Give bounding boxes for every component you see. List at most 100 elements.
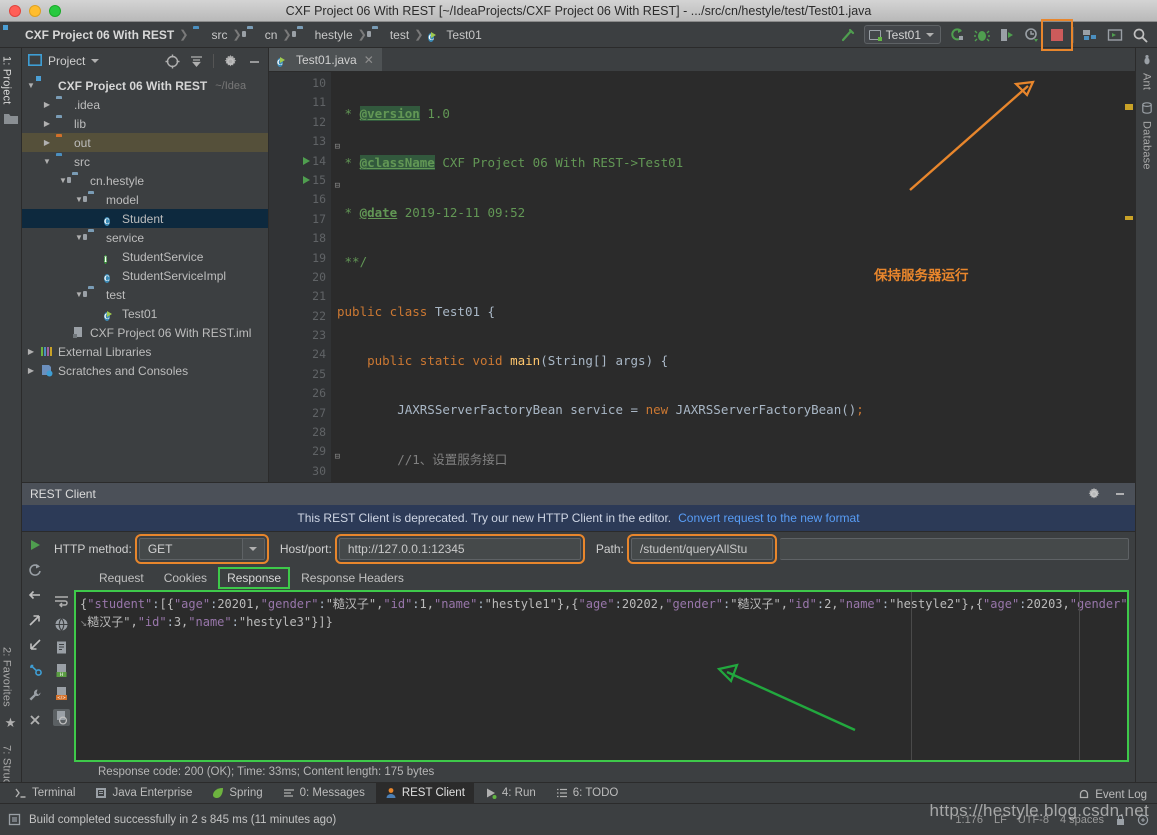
tree-node[interactable]: ▼ CXF Project 06 With REST ~/Idea <box>22 76 268 95</box>
host-port-input[interactable]: http://127.0.0.1:12345 <box>334 534 585 564</box>
line-number[interactable]: 20 <box>269 268 331 287</box>
locate-icon[interactable] <box>165 54 180 69</box>
close-window-button[interactable] <box>9 4 21 17</box>
chevron-down-icon[interactable] <box>91 59 100 63</box>
chevron-right-icon[interactable]: ▶ <box>42 119 52 128</box>
tool-window-spring[interactable]: Spring <box>203 783 271 804</box>
line-number[interactable]: 23 <box>269 326 331 345</box>
line-number[interactable]: 22 <box>269 307 331 326</box>
line-number[interactable]: 14 <box>269 152 331 171</box>
tree-node[interactable]: ▶ .idea <box>22 95 268 114</box>
authentication-key-icon[interactable] <box>28 663 42 677</box>
tree-node[interactable]: ▼ test <box>22 285 268 304</box>
breadcrumb-item-cn[interactable]: cn <box>246 28 279 42</box>
event-log-button[interactable]: Event Log <box>1078 789 1147 801</box>
tree-node[interactable]: ▼ service <box>22 228 268 247</box>
line-number[interactable]: 27 <box>269 404 331 423</box>
export-icon[interactable] <box>28 613 42 627</box>
settings-wrench-icon[interactable] <box>28 688 42 702</box>
line-number[interactable]: 13 ⊟ <box>269 132 340 152</box>
sidebar-tab-database[interactable]: Database <box>1141 117 1153 174</box>
project-structure-icon[interactable] <box>1081 26 1099 44</box>
window-controls[interactable] <box>0 4 61 17</box>
tree-node[interactable]: CXF Project 06 With REST.iml <box>22 323 268 342</box>
line-number[interactable]: 24 <box>269 345 331 364</box>
line-number[interactable]: 26 <box>269 384 331 403</box>
chevron-right-icon[interactable]: ▶ <box>26 366 36 375</box>
refresh-icon[interactable] <box>28 563 42 577</box>
import-icon[interactable] <box>28 638 42 652</box>
line-number[interactable]: 15 ⊟ <box>269 171 340 191</box>
tool-window-rest-client[interactable]: REST Client <box>375 782 474 804</box>
line-number[interactable]: 17 <box>269 210 331 229</box>
tab-response-headers[interactable]: Response Headers <box>294 569 411 587</box>
line-number[interactable]: 19 <box>269 249 331 268</box>
chevron-right-icon[interactable]: ▶ <box>26 347 36 356</box>
line-number[interactable]: 10 <box>269 74 331 93</box>
stop-button[interactable] <box>1041 18 1073 51</box>
chevron-right-icon[interactable]: ▶ <box>42 100 52 109</box>
tree-node[interactable]: C StudentServiceImpl <box>22 266 268 285</box>
tab-cookies[interactable]: Cookies <box>157 569 214 587</box>
run-gutter-icon[interactable] <box>303 175 310 184</box>
sidebar-tab-ant[interactable]: Ant <box>1141 69 1153 94</box>
minimize-icon[interactable] <box>247 54 262 69</box>
warning-marker[interactable] <box>1125 216 1133 220</box>
tree-node[interactable]: ▶ out <box>22 133 268 152</box>
rerun-icon[interactable] <box>948 26 966 44</box>
run-configuration-selector[interactable]: Test01 <box>863 25 941 44</box>
query-params-input[interactable] <box>779 538 1129 560</box>
close-icon[interactable] <box>28 713 42 727</box>
run-request-icon[interactable] <box>28 538 42 552</box>
soft-wrap-icon[interactable] <box>54 594 69 609</box>
terminal-toolbar-icon[interactable] <box>1106 26 1124 44</box>
tool-window-run[interactable]: 4: Run <box>476 783 545 804</box>
breadcrumb-item-hestyle[interactable]: hestyle <box>296 28 354 42</box>
line-number[interactable]: 12 <box>269 113 331 132</box>
breadcrumb-item-test[interactable]: test <box>371 28 410 42</box>
run-gutter-icon[interactable] <box>303 156 310 165</box>
view-as-html-icon[interactable]: H <box>54 663 69 678</box>
chevron-down-icon[interactable] <box>241 539 264 559</box>
gear-icon[interactable] <box>1087 487 1101 501</box>
run-with-coverage-icon[interactable] <box>998 26 1016 44</box>
line-number[interactable]: 16 <box>269 190 331 209</box>
minimize-icon[interactable] <box>1113 487 1127 501</box>
chevron-right-icon[interactable]: ▶ <box>42 138 52 147</box>
convert-request-link[interactable]: Convert request to the new format <box>678 511 859 525</box>
line-number[interactable]: 25 <box>269 365 331 384</box>
maximize-window-button[interactable] <box>49 4 61 17</box>
line-number[interactable]: 21 <box>269 287 331 306</box>
sidebar-tab-project[interactable]: 1: Project <box>1 52 21 108</box>
sidebar-tab-favorites[interactable]: 2: Favorites <box>1 643 21 711</box>
line-number[interactable]: 28 <box>269 423 331 442</box>
tool-window-terminal[interactable]: Terminal <box>6 783 84 804</box>
http-method-select[interactable]: GET <box>134 534 269 564</box>
tree-node[interactable]: I StudentService <box>22 247 268 266</box>
breadcrumb-item-project[interactable]: CXF Project 06 With REST <box>6 28 175 42</box>
collapse-all-icon[interactable] <box>189 54 204 69</box>
tree-node[interactable]: C Test01 <box>22 304 268 323</box>
debug-icon[interactable] <box>973 26 991 44</box>
line-number[interactable]: 18 <box>269 229 331 248</box>
path-input[interactable]: /student/queryAllStu <box>626 534 777 564</box>
line-number[interactable]: 29 ⊟ <box>269 442 340 462</box>
tool-window-java-enterprise[interactable]: Java Enterprise <box>86 783 201 804</box>
profile-icon[interactable] <box>1023 26 1041 44</box>
open-in-browser-icon[interactable] <box>54 617 69 632</box>
editor-tab-test01[interactable]: C Test01.java ✕ <box>269 47 382 71</box>
chevron-down-icon[interactable]: ▼ <box>26 81 36 90</box>
view-in-browser-icon[interactable] <box>52 709 70 726</box>
line-number[interactable]: 30 <box>269 462 331 481</box>
tree-node[interactable]: ▶ lib <box>22 114 268 133</box>
breadcrumb-item-test01[interactable]: C Test01 <box>427 28 482 42</box>
tree-node[interactable]: C Student <box>22 209 268 228</box>
response-body[interactable]: {"student":[{"age":20201,"gender":"糙汉子",… <box>74 590 1129 762</box>
close-icon[interactable]: ✕ <box>364 53 374 67</box>
tab-response[interactable]: Response <box>218 567 291 589</box>
tool-window-todo[interactable]: 6: TODO <box>547 783 628 804</box>
gear-icon[interactable] <box>223 54 238 69</box>
tree-node[interactable]: ▶ Scratches and Consoles <box>22 361 268 380</box>
tab-request[interactable]: Request <box>92 569 151 587</box>
format-document-icon[interactable] <box>54 640 69 655</box>
